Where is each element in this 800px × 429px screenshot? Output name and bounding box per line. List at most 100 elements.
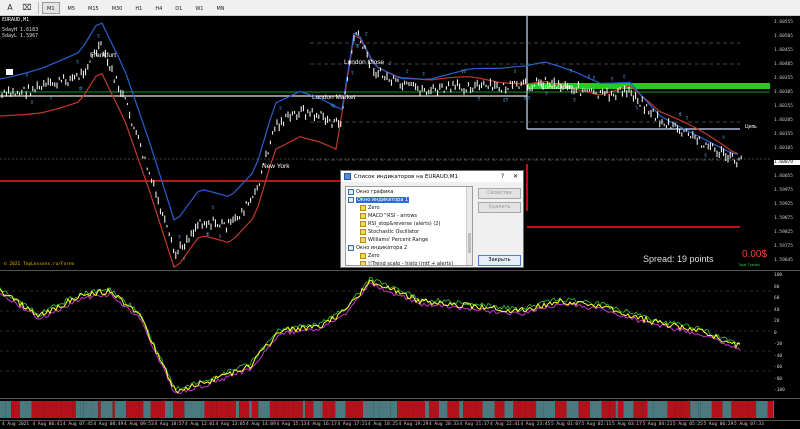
tree-node-window[interactable]: Окно индикатора 1 [348,196,410,204]
tree-node-indicator[interactable]: RSI_stop&reverse (alerts) (2) [360,220,440,228]
close-button[interactable]: Закрыть [478,255,521,266]
tree-node-indicator[interactable]: Stochastic Oscillator [360,228,419,236]
indicator-icon [360,213,366,219]
histo-bar [143,401,151,418]
tf-mn[interactable]: MN [211,2,229,14]
signal-arrow: ⇧ [218,234,222,240]
histo-bar [251,401,259,418]
trade-panel-toggle[interactable] [6,69,13,75]
histo-bar [536,401,544,418]
tf-d1[interactable]: D1 [170,2,187,14]
chain-label: Цепь [745,124,757,130]
signal-arrow: ⇧ [388,61,392,67]
dialog-titlebar[interactable]: Список индикаторов на EURAUD,M1 ? ✕ [341,171,523,182]
tree-node-indicator[interactable]: !!Trend scalp - histo (mtf + alerts) [360,260,453,265]
tree-node-label: MACD^RSI - arrows [368,213,418,219]
signal-arrow: ⇧ [75,59,79,65]
signal-arrow: ⇧ [678,112,682,118]
histo-bar [139,401,144,418]
delete-button[interactable]: Удалить [478,202,521,213]
tf-h1[interactable]: H1 [130,2,147,14]
histo-bar [302,401,306,418]
osc-slow-line [0,281,741,395]
histo-bar [642,401,648,418]
histo-bar [239,401,250,418]
histo-bar [494,401,505,418]
tree-node-indicator[interactable]: Williams' Percent Range [360,236,428,244]
indicator-icon [360,253,366,259]
symbol-label: EURAUD,M1 [2,17,30,23]
price-label: 1.60355 [774,76,793,81]
oscillator-pane[interactable]: 100 80 60 40 20 0 -20 -40 -60 -80 -100 [0,270,800,398]
text-tool-icon[interactable]: A [3,1,17,14]
histo-bar [513,401,519,418]
tree-node-indicator[interactable]: Zero [360,252,380,260]
histo-bar [566,401,572,418]
oscillator-axis[interactable]: 100 80 60 40 20 0 -20 -40 -60 -80 -100 [774,271,800,399]
signal-arrow: ⇧ [513,69,517,75]
osc-level-label: 60 [774,296,780,301]
tf-w1[interactable]: W1 [190,2,208,14]
signal-arrow: ⇧ [206,232,210,238]
help-button[interactable]: ? [498,173,507,180]
signal-arrow: ⇧ [587,74,591,80]
histo-bar [659,401,668,418]
toolbar: A ⌧ M1 M5 M15 M30 H1 H4 D1 W1 MN [0,0,800,16]
tf-m1[interactable]: M1 [42,1,60,14]
tree-node-window[interactable]: Окно графика [348,188,393,196]
time-label: 4 Aug 19:29 [398,422,429,427]
tf-m30[interactable]: M30 [107,2,128,14]
close-icon[interactable]: ✕ [511,173,520,180]
signal-arrow: ⇧ [211,205,215,211]
histo-bar [571,401,579,418]
histo-bar [403,401,414,418]
histo-bar [332,401,336,418]
histo-bar [615,401,618,418]
price-label: 1.60055 [774,174,793,179]
signal-arrow: ⇧ [527,95,531,101]
indicator-tree[interactable]: Окно графика Окно индикатора 1 Zero MACD^RS… [345,186,473,266]
time-label: 4 Aug 16:17 [307,422,337,427]
histo-bar [353,401,363,418]
histo-bar [100,401,113,418]
histo-bar [698,401,701,418]
histo-bar [50,401,62,418]
histo-bar [72,401,76,418]
histo-bar [126,401,138,418]
histo-bar [31,401,44,418]
histo-bar [305,401,314,418]
scrollbar-thumb[interactable] [468,233,471,253]
session-lond-open: Lond Open [541,84,574,91]
properties-button[interactable]: Свойства [478,188,521,199]
label-tool-icon[interactable]: ⌧ [20,1,34,14]
signal-arrow: ⇧ [569,69,573,75]
histo-bar [162,401,165,418]
signal-arrow: ⇧ [96,33,100,39]
time-label: 4 Aug 12:01 [185,422,215,427]
toolbar-separator [38,1,39,14]
tree-node-indicator[interactable]: MACD^RSI - arrows [360,212,417,220]
tree-node-indicator[interactable]: Zero [360,204,380,212]
histo-bar [293,401,303,418]
tf-m5[interactable]: M5 [63,2,81,14]
time-label: 4 Aug 06:41 [32,422,63,427]
tree-node-window[interactable]: Окно индикатора 2 [348,244,407,252]
trend-histogram-pane[interactable] [0,398,800,420]
tree-scrollbar[interactable] [466,187,472,265]
tf-h4[interactable]: H4 [150,2,167,14]
price-label: 1.60079 [774,160,800,165]
histo-bar [711,401,723,418]
histo-bar [0,401,6,418]
osc-level-label: -80 [774,376,783,382]
time-label: 5 Aug 06:29 [703,422,734,427]
osc-level-label: 20 [774,319,780,324]
histo-bar [504,401,514,418]
price-label: 1.60405 [774,62,793,67]
osc-level-label: -40 [774,353,783,359]
price-axis[interactable]: 1.60555 1.60505 1.60455 1.60405 1.60355 1.603… [774,16,800,269]
tree-node-label: Stochastic Oscillator [368,229,420,235]
histo-bar [772,401,774,418]
histo-bar [5,401,12,418]
tf-m15[interactable]: M15 [83,2,104,14]
time-label: 4 Aug 22:41 [490,422,520,427]
